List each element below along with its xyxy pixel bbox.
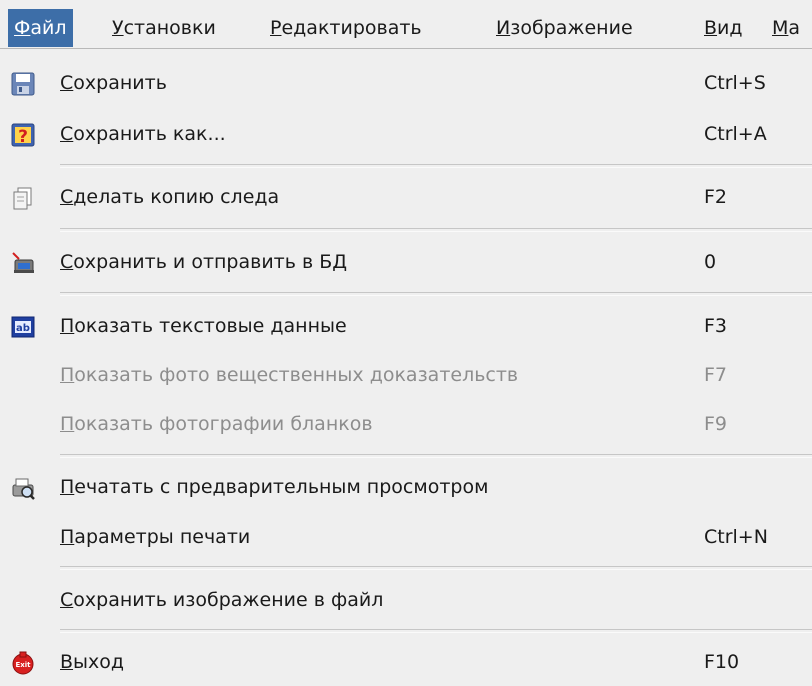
menu-item-save-send-db[interactable]: Сохранить и отправить в БД 0 [0,239,812,286]
menu-item-save-image-to-file[interactable]: Сохранить изображение в файл [0,577,812,624]
menu-item-label: Показать текстовые данные [60,315,347,337]
shortcut-label: F3 [704,315,728,337]
menu-image[interactable]: Изображение [496,9,633,47]
menu-item-print-preview[interactable]: Печатать с предварительным просмотром [0,464,812,511]
svg-text:?: ? [18,127,28,147]
shortcut-label: F9 [704,413,728,435]
shortcut-label: F10 [704,651,740,673]
shortcut-label: 0 [704,251,717,273]
menu-item-label: Сохранить и отправить в БД [60,251,348,273]
menu-item-label: Сохранить [60,72,167,94]
menu-item-label: Параметры печати [60,526,251,548]
shortcut-label: F2 [704,186,728,208]
menu-item-show-form-photos[interactable]: Показать фотографии бланков F9 [0,401,812,448]
text-data-icon: ab [11,316,35,338]
menu-more[interactable]: Ма [772,9,800,47]
menu-item-print-settings[interactable]: Параметры печати Ctrl+N [0,514,812,561]
menu-item-make-trace-copy[interactable]: Сделать копию следа F2 [0,174,812,221]
menu-view[interactable]: Вид [704,9,743,47]
svg-text:ab: ab [16,323,30,334]
save-as-icon: ? [11,123,35,147]
menu-item-exit[interactable]: Exit Выход F10 [0,639,812,686]
menu-item-label: Выход [60,651,125,673]
menu-item-save[interactable]: Сохранить Ctrl+S [0,60,812,107]
menu-item-label: Сделать копию следа [60,186,280,208]
menu-item-label: Показать фото вещественных доказательств [60,364,519,386]
menu-item-label: Сохранить изображение в файл [60,589,384,611]
menu-item-save-as[interactable]: ? Сохранить как... Ctrl+A [0,111,812,158]
menu-item-label: Печатать с предварительным просмотром [60,476,489,498]
shortcut-label: F7 [704,364,728,386]
menu-separator [60,228,812,232]
floppy-disk-icon [11,72,35,96]
menu-separator [60,454,812,458]
file-menu-dropdown: Сохранить Ctrl+S ? Сохранить как... Ctrl… [0,48,812,675]
menu-item-label: Показать фотографии бланков [60,413,373,435]
shortcut-label: Ctrl+N [704,526,768,548]
menu-item-show-evidence-photos[interactable]: Показать фото вещественных доказательств… [0,352,812,399]
menu-item-show-text-data[interactable]: ab Показать текстовые данные F3 [0,303,812,350]
menu-edit[interactable]: Редактировать [270,9,422,47]
menu-settings[interactable]: Установки [112,9,216,47]
send-to-database-icon [12,252,34,273]
shortcut-label: Ctrl+S [704,72,766,94]
svg-text:Exit: Exit [15,661,31,669]
copy-document-icon [13,187,32,210]
menu-separator [60,292,812,296]
menu-separator [60,566,812,570]
exit-icon: Exit [12,651,34,675]
menu-file[interactable]: Файл [8,9,73,47]
shortcut-label: Ctrl+A [704,123,767,145]
menu-separator [60,629,812,633]
menu-separator [60,164,812,168]
print-preview-icon [12,478,35,500]
menu-item-label: Сохранить как... [60,123,226,145]
